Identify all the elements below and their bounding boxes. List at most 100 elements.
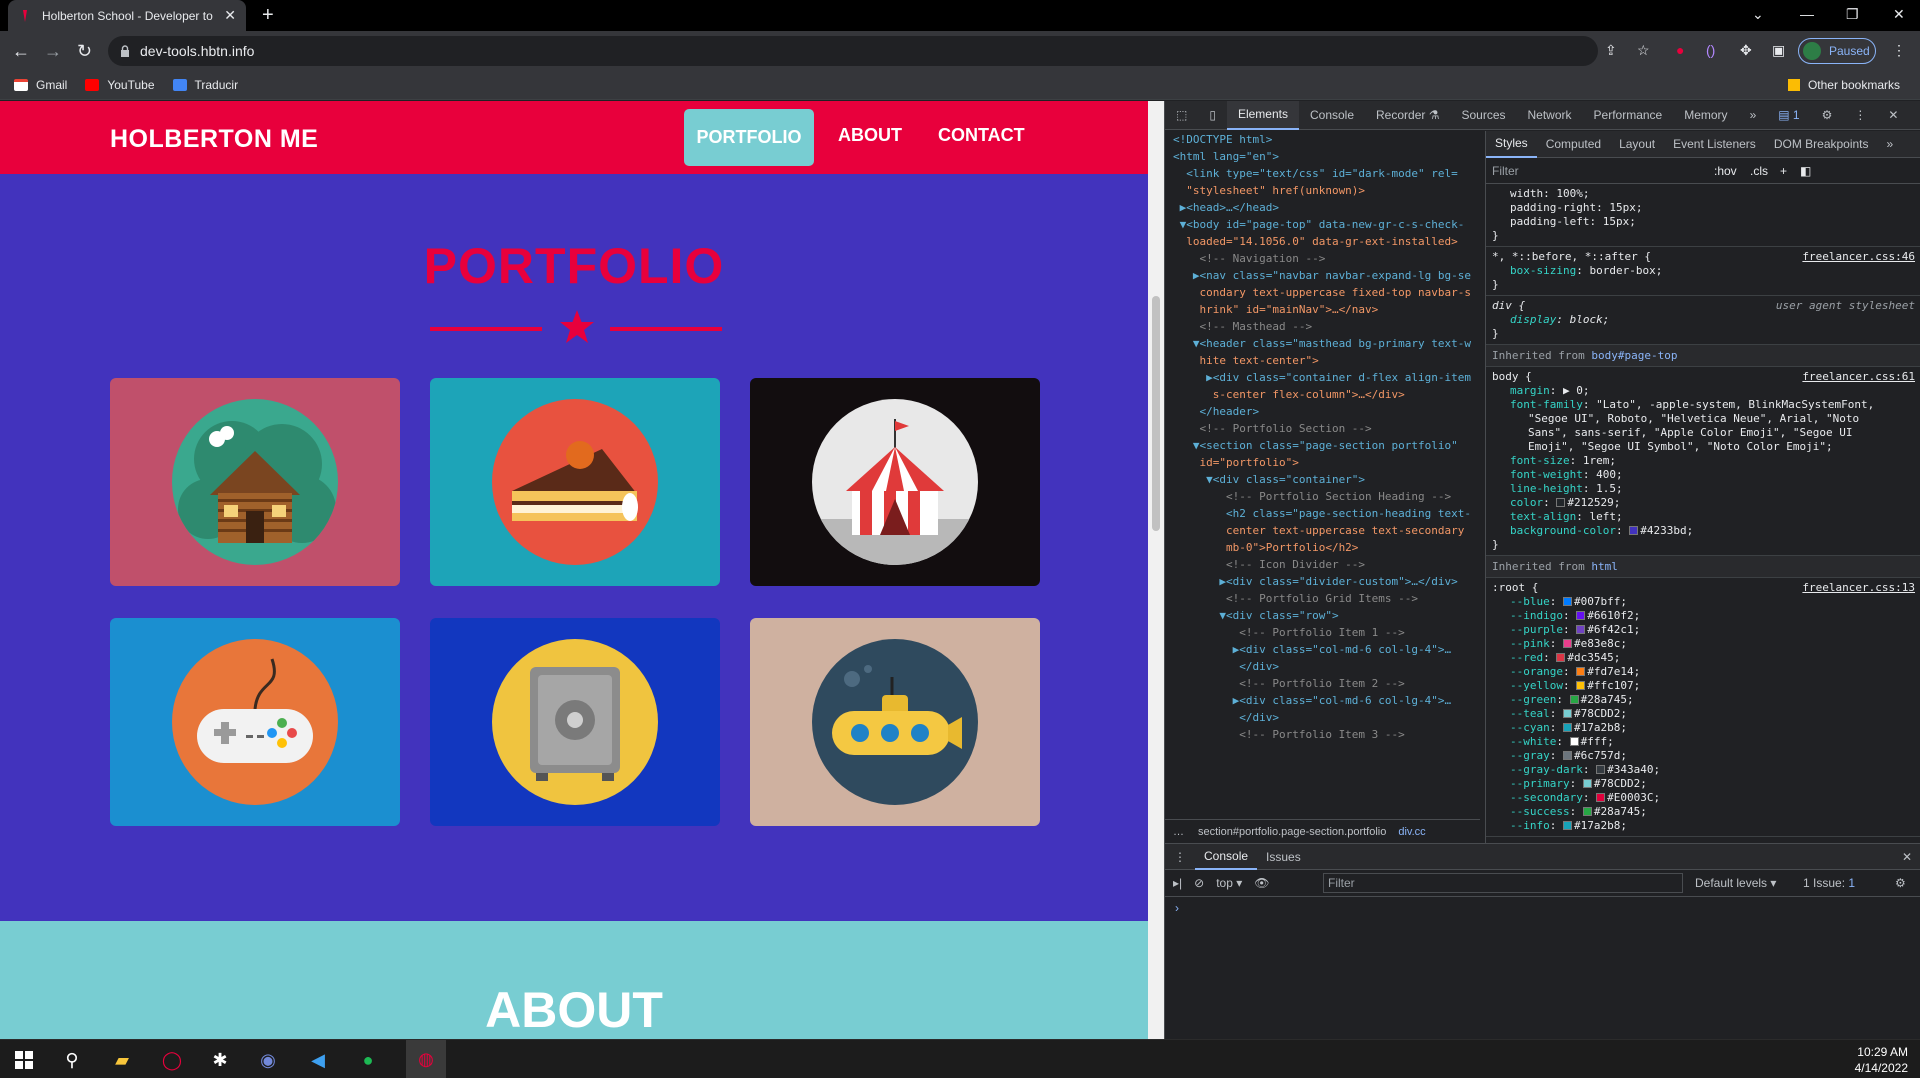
color-swatch[interactable] [1556,653,1566,662]
inherited-link[interactable]: html [1591,560,1618,573]
elements-tree[interactable]: <!DOCTYPE html> <html lang="en"> <link ty… [1165,131,1480,743]
dom-node-line[interactable]: ▼<body id="page-top" data-new-gr-c-s-che… [1165,216,1480,233]
extension-icon[interactable]: () [1706,42,1715,58]
nav-contact[interactable]: CONTACT [938,125,1025,146]
dom-node-line[interactable]: ▼<div class="row"> [1165,607,1480,624]
file-explorer-icon[interactable]: ▰ [110,1048,134,1072]
tab-performance[interactable]: Performance [1583,101,1674,130]
scrollbar-thumb[interactable] [1152,296,1160,531]
dom-node-line[interactable]: </div> [1165,658,1480,675]
dom-node-line[interactable]: condary text-uppercase fixed-top navbar-… [1165,284,1480,301]
color-swatch[interactable] [1582,807,1592,816]
opera-extension-icon[interactable]: ● [1676,42,1684,58]
minimize-icon[interactable]: — [1800,6,1814,22]
slack-icon[interactable]: ✱ [208,1048,232,1072]
breadcrumb-item[interactable]: div.cc [1398,826,1425,838]
dom-node-line[interactable]: id="portfolio"> [1165,454,1480,471]
color-swatch[interactable] [1563,639,1572,648]
color-swatch[interactable] [1563,723,1572,732]
dom-node-line[interactable]: ▼<header class="masthead bg-primary text… [1165,335,1480,352]
browser-tab[interactable]: Holberton School - Developer to ✕ [8,0,246,31]
dom-node-line[interactable]: <link type="text/css" id="dark-mode" rel… [1165,165,1480,182]
tab-computed[interactable]: Computed [1537,131,1610,158]
sidebar-toggle-icon[interactable]: ▸| [1173,876,1182,890]
dom-node-line[interactable]: ▶<div class="col-md-6 col-lg-4">… [1165,641,1480,658]
tab-close-icon[interactable]: ✕ [224,7,236,24]
dom-node-line[interactable]: s-center flex-column">…</div> [1165,386,1480,403]
reload-icon[interactable]: ↻ [77,41,92,61]
dom-node-line[interactable]: <!-- Portfolio Item 2 --> [1165,675,1480,692]
tab-dom-breakpoints[interactable]: DOM Breakpoints [1765,131,1878,158]
styles-filter-input[interactable]: Filter :hov .cls + ◧ [1486,158,1920,184]
dom-node-line[interactable]: <h2 class="page-section-heading text- [1165,505,1480,522]
back-icon[interactable]: ← [12,41,30,61]
drawer-tab-console[interactable]: Console [1195,843,1258,870]
close-window-icon[interactable]: ✕ [1893,6,1905,23]
dom-node-line[interactable]: <!-- Navigation --> [1165,250,1480,267]
toggle-sidebar-icon[interactable]: ◧ [1800,164,1811,178]
dom-node-line[interactable]: </header> [1165,403,1480,420]
dom-node-line[interactable]: ▼<section class="page-section portfolio" [1165,437,1480,454]
cls-button[interactable]: .cls [1750,164,1768,178]
dom-node-line[interactable]: <!-- Portfolio Grid Items --> [1165,590,1480,607]
tab-memory[interactable]: Memory [1673,101,1738,130]
settings-icon[interactable]: ⚙ [1811,101,1844,130]
issues-badge[interactable]: ▤ 1 [1767,101,1810,130]
chrome-icon[interactable]: ◍ [406,1040,446,1078]
color-swatch[interactable] [1569,695,1579,704]
tab-event-listeners[interactable]: Event Listeners [1664,131,1765,158]
bookmark-youtube[interactable]: YouTube [85,78,155,92]
restore-icon[interactable]: ❐ [1846,6,1859,23]
dom-node-line[interactable]: </div> [1165,709,1480,726]
dom-node-line[interactable]: <!-- Portfolio Item 1 --> [1165,624,1480,641]
issues-button[interactable]: 1 Issue: 1 [1803,876,1855,890]
close-devtools-icon[interactable]: ✕ [1877,101,1909,130]
more-tabs-icon[interactable]: » [1739,101,1768,130]
dom-node-line[interactable]: hrink" id="mainNav">…</nav> [1165,301,1480,318]
tab-recorder[interactable]: Recorder ⚗ [1365,101,1450,130]
bookmark-traducir[interactable]: Traducir [172,78,238,92]
device-toolbar-icon[interactable]: ▯ [1198,101,1227,130]
dom-node-line[interactable]: ▼<div class="container"> [1165,471,1480,488]
more-style-tabs-icon[interactable]: » [1878,131,1903,158]
tab-console[interactable]: Console [1299,101,1365,130]
color-swatch[interactable] [1629,526,1639,535]
dom-node-line[interactable]: ▶<nav class="navbar navbar-expand-lg bg-… [1165,267,1480,284]
dom-node-line[interactable]: mb-0">Portfolio</h2> [1165,539,1480,556]
other-bookmarks[interactable]: Other bookmarks [1787,78,1900,92]
log-levels-select[interactable]: Default levels ▾ [1695,876,1776,890]
side-panel-icon[interactable]: ▣ [1772,42,1785,59]
dom-node-line[interactable]: loaded="14.1056.0" data-gr-ext-installed… [1165,233,1480,250]
page-scrollbar[interactable] [1148,101,1164,1039]
portfolio-item-circus[interactable] [750,378,1040,586]
spotify-icon[interactable]: ● [356,1048,380,1072]
drawer-tab-issues[interactable]: Issues [1257,843,1310,870]
dom-node-line[interactable]: center text-uppercase text-secondary [1165,522,1480,539]
breadcrumb-item[interactable]: section#portfolio.page-section.portfolio [1198,826,1386,838]
new-tab-button[interactable]: + [262,4,274,26]
tab-search-icon[interactable]: ⌄ [1752,6,1764,23]
live-expression-icon[interactable]: 👁 [1254,876,1269,890]
dom-node-line[interactable]: hite text-center"> [1165,352,1480,369]
rule-source-link[interactable]: freelancer.css:13 [1802,581,1915,595]
color-swatch[interactable] [1563,751,1572,760]
search-icon[interactable]: ⚲ [60,1048,84,1072]
tab-layout[interactable]: Layout [1610,131,1664,158]
dom-node-line[interactable]: <!-- Masthead --> [1165,318,1480,335]
dom-node-line[interactable]: ▶<div class="container d-flex align-item [1165,369,1480,386]
portfolio-item-safe[interactable] [430,618,720,826]
portfolio-item-cabin[interactable] [110,378,400,586]
dom-node-line[interactable]: <!DOCTYPE html> [1165,131,1480,148]
dom-node-line[interactable]: ▶<head>…</head> [1165,199,1480,216]
drawer-menu-icon[interactable]: ⋮ [1165,843,1195,870]
color-swatch[interactable] [1582,779,1592,788]
dom-node-line[interactable]: <!-- Portfolio Section --> [1165,420,1480,437]
tab-sources[interactable]: Sources [1450,101,1516,130]
system-clock[interactable]: 10:29 AM 4/14/2022 [1855,1044,1908,1076]
profile-button[interactable]: Paused [1798,38,1876,64]
tab-elements[interactable]: Elements [1226,100,1299,130]
new-rule-icon[interactable]: + [1780,164,1787,178]
color-swatch[interactable] [1596,765,1606,774]
color-swatch[interactable] [1576,611,1586,620]
dom-node-line[interactable]: <!-- Portfolio Section Heading --> [1165,488,1480,505]
